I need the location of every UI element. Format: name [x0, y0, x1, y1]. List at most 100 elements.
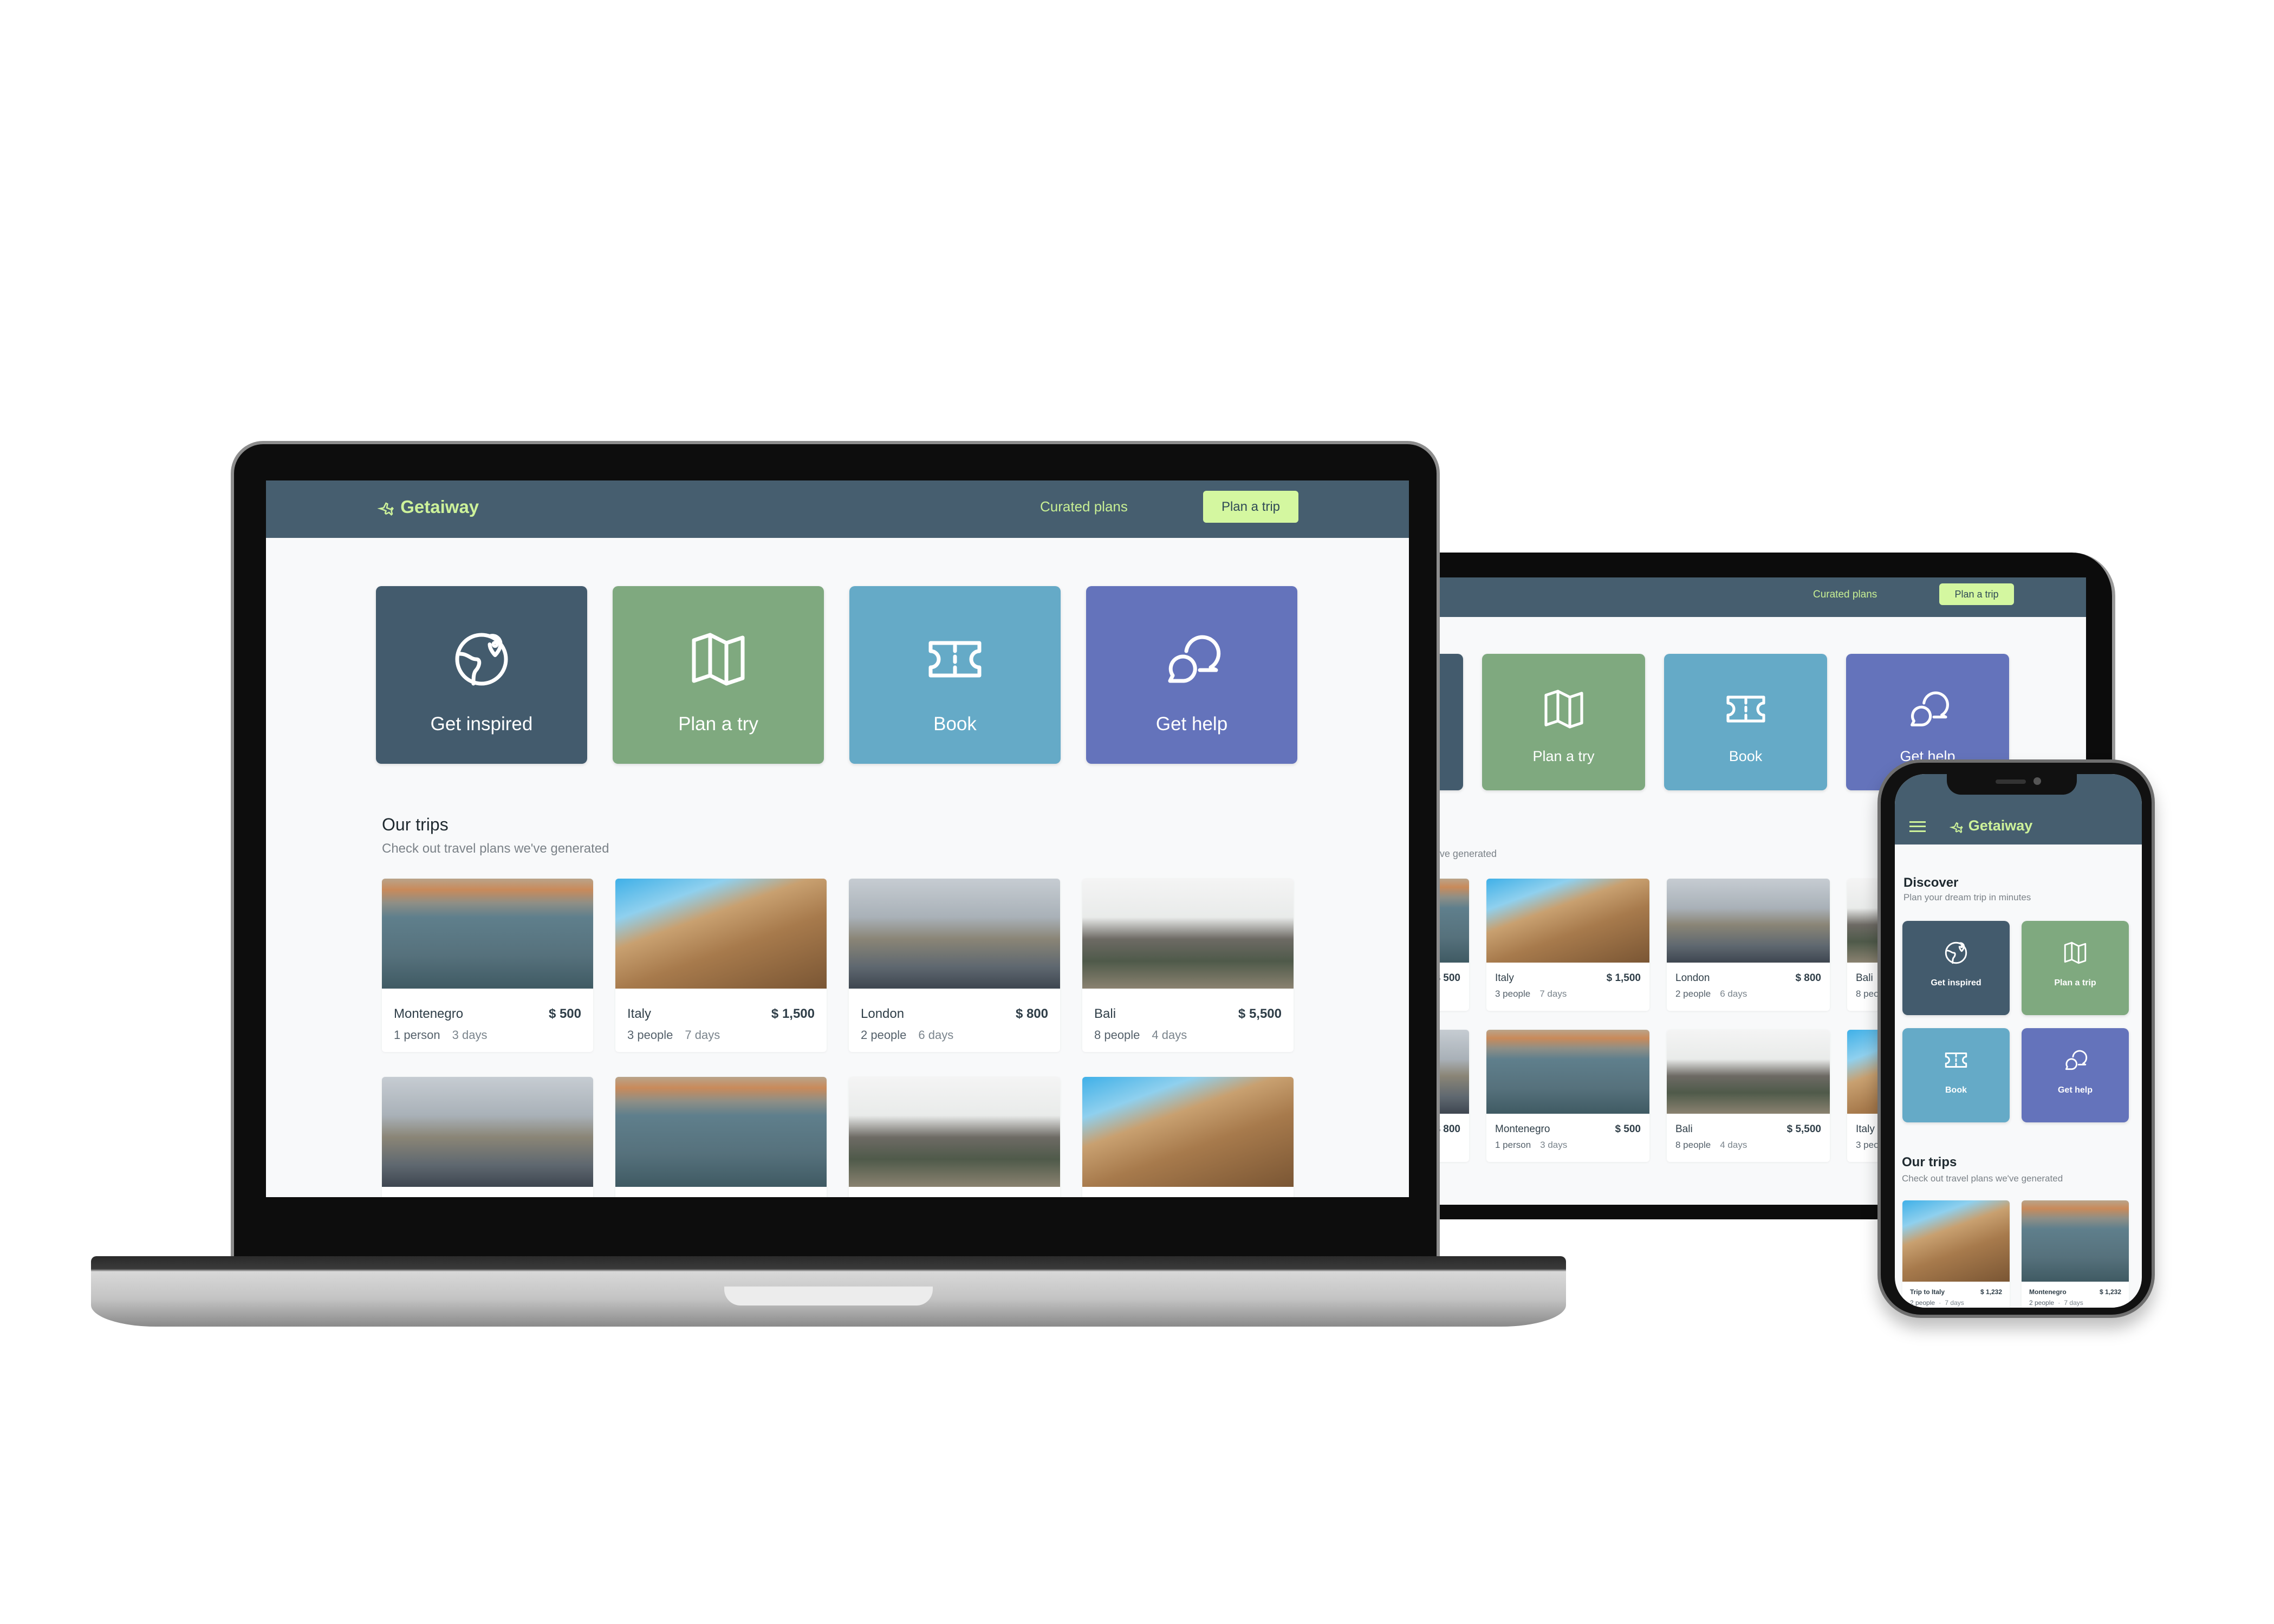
trip-card[interactable]: [1082, 1077, 1294, 1197]
trip-price: $ 1,500: [1606, 972, 1641, 984]
trip-image: [615, 879, 827, 989]
trip-card[interactable]: Bali $ 5,500 8 people 4 days: [1667, 1030, 1830, 1162]
tile-book[interactable]: Book: [1664, 654, 1827, 790]
globe-icon: [455, 633, 508, 686]
trip-name: London: [861, 1006, 905, 1021]
trip-people: 2 people: [1675, 989, 1711, 999]
trip-days: 6 days: [918, 1028, 954, 1042]
trip-meta: 2 people 6 days: [1675, 989, 1747, 999]
trip-image: [1082, 879, 1294, 989]
trip-people: 3 people: [1495, 989, 1531, 999]
trip-days: 7 days: [1539, 989, 1567, 999]
trip-name: Bali: [1856, 972, 1873, 984]
trip-card[interactable]: [382, 1077, 593, 1197]
trip-name: Italy: [627, 1006, 652, 1021]
ticket-icon: [1945, 1053, 1967, 1068]
tile-label: Book: [1945, 1086, 1967, 1095]
trip-days: 3 days: [1540, 1140, 1568, 1150]
tile-plan-a-try[interactable]: Plan a try: [1482, 654, 1645, 790]
tile-book[interactable]: Book: [1902, 1028, 2010, 1122]
tile-label: Plan a trip: [2054, 978, 2096, 988]
trip-people: 3 people: [627, 1028, 673, 1042]
logo[interactable]: Getaiway: [378, 497, 479, 517]
notch: [1947, 774, 2077, 795]
tile-book[interactable]: Book: [849, 586, 1061, 764]
trip-meta: 1 person 3 days: [394, 1028, 487, 1042]
trip-card[interactable]: Trip to Italy $ 1,232 2 people · 7 days: [1902, 1200, 2010, 1308]
trip-meta: 1 person 3 days: [1495, 1140, 1567, 1151]
speaker: [1996, 779, 2026, 784]
tile-label: Get help: [1155, 713, 1228, 735]
trip-image: [1082, 1077, 1294, 1187]
tile-label: Get inspired: [430, 713, 533, 735]
trip-image: [2022, 1200, 2129, 1282]
trip-card[interactable]: [849, 1077, 1060, 1197]
trip-people: 8 people: [1675, 1140, 1711, 1150]
section-subtitle: Check out travel plans we've generated: [382, 841, 609, 856]
discover-subtitle: Plan your dream trip in minutes: [1903, 892, 2031, 902]
tile-get-help[interactable]: Get help: [1086, 586, 1297, 764]
trip-people: 1 person: [394, 1028, 440, 1042]
plane-icon: [378, 502, 394, 516]
tile-label: Plan a try: [1532, 748, 1595, 764]
chat-icon: [1168, 635, 1221, 683]
logo[interactable]: Getaiway: [1950, 817, 2032, 834]
trip-days: 7 days: [2064, 1299, 2083, 1307]
trip-price: $ 5,500: [1238, 1006, 1282, 1021]
trip-card[interactable]: Italy $ 1,500 3 people 7 days: [615, 879, 827, 1052]
trip-card[interactable]: Montenegro $ 1,232 2 people · 7 days: [2022, 1200, 2129, 1308]
trip-meta: 8 people 4 days: [1675, 1140, 1747, 1151]
trip-card[interactable]: Montenegro $ 500 1 person 3 days: [382, 879, 593, 1052]
trip-image: [1902, 1200, 2010, 1282]
trip-meta: 2 people 6 days: [861, 1028, 953, 1042]
trip-image: [849, 879, 1060, 989]
trip-days: 7 days: [685, 1028, 720, 1042]
trip-people: 2 people: [861, 1028, 907, 1042]
trip-card[interactable]: Montenegro $ 500 1 person 3 days: [1486, 1030, 1649, 1162]
tile-label: Book: [1729, 748, 1763, 764]
chat-icon: [2065, 1050, 2088, 1070]
map-icon: [2064, 941, 2087, 964]
plan-trip-button[interactable]: Plan a trip: [1203, 491, 1298, 523]
tile-get-inspired[interactable]: Get inspired: [376, 586, 587, 764]
curated-plans-link[interactable]: Curated plans: [1040, 498, 1128, 515]
map-icon: [692, 633, 745, 686]
brand-name: Getaiway: [400, 497, 479, 517]
tile-plan-a-trip[interactable]: Plan a trip: [2022, 921, 2129, 1015]
trip-people: 2 people: [1910, 1299, 1935, 1307]
brand-name: Getaiway: [1968, 817, 2033, 834]
trip-card[interactable]: Bali $ 5,500 8 people 4 days: [1082, 879, 1294, 1052]
phone-screen: Getaiway Discover Plan your dream trip i…: [1895, 774, 2142, 1308]
tile-label: Plan a try: [678, 713, 758, 735]
trip-name: Montenegro: [2029, 1288, 2067, 1296]
trip-card[interactable]: Italy $ 1,500 3 people 7 days: [1486, 879, 1649, 1011]
trip-card[interactable]: London $ 800 2 people 6 days: [1667, 879, 1830, 1011]
trip-people: 8 people: [1094, 1028, 1140, 1042]
tile-get-inspired[interactable]: Get inspired: [1902, 921, 2010, 1015]
chat-icon: [1910, 691, 1949, 726]
section-subtitle: Check out travel plans we've generated: [1902, 1173, 2063, 1184]
tile-get-help[interactable]: Get help: [2022, 1028, 2129, 1122]
tile-label: Book: [933, 713, 977, 735]
tile-plan-a-try[interactable]: Plan a try: [613, 586, 824, 764]
trip-price: $ 1,500: [771, 1006, 815, 1021]
trip-card[interactable]: [615, 1077, 827, 1197]
ticket-icon: [928, 641, 982, 678]
trip-name: Montenegro: [394, 1006, 464, 1021]
globe-icon: [1945, 941, 1967, 964]
hamburger-icon[interactable]: [1909, 821, 1926, 832]
plan-trip-button[interactable]: Plan a trip: [1939, 583, 2014, 605]
trip-image: [615, 1077, 827, 1187]
trip-card[interactable]: London $ 800 2 people 6 days: [849, 879, 1060, 1052]
trip-name: Trip to Italy: [1910, 1288, 1945, 1296]
tile-label: Get inspired: [1931, 978, 1981, 988]
curated-plans-link[interactable]: Curated plans: [1813, 589, 1877, 601]
camera: [2033, 777, 2041, 785]
trip-price: $ 800: [1015, 1006, 1048, 1021]
trip-days: 7 days: [1945, 1299, 1964, 1307]
trip-name: Italy: [1495, 972, 1514, 984]
discover-title: Discover: [1903, 875, 1959, 890]
trip-image: [1667, 879, 1830, 963]
trip-meta: 3 people 7 days: [627, 1028, 720, 1042]
tile-label: Get help: [2057, 1086, 2093, 1095]
